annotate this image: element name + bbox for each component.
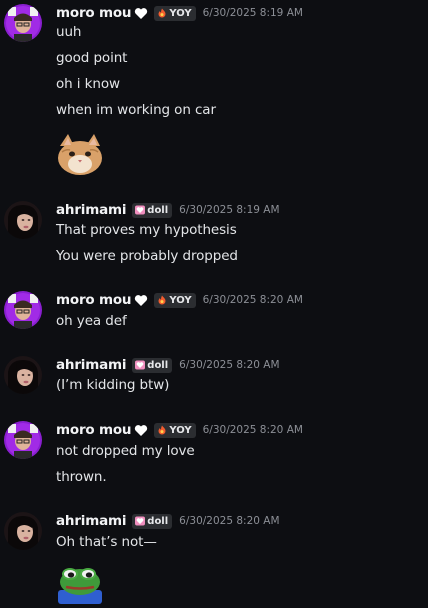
message-line: Oh that’s not—	[56, 534, 157, 550]
role-tag[interactable]: doll	[132, 357, 173, 373]
timestamp[interactable]: 6/30/2025 8:20 AM	[179, 359, 279, 371]
role-tag[interactable]: doll	[132, 202, 173, 218]
tag-label: doll	[147, 359, 169, 371]
avatar-moro-mou[interactable]	[4, 4, 42, 42]
tag-label: doll	[147, 515, 169, 527]
message-line: good point	[56, 50, 128, 66]
avatar-image-icon	[4, 512, 42, 550]
avatar-image-icon	[4, 4, 42, 42]
username[interactable]: ahrimami	[56, 357, 126, 373]
avatar-moro-mou[interactable]	[4, 291, 42, 329]
message-header: moro mou YOY 6/30/2025 8:19 AM	[56, 4, 303, 22]
pink-heart-icon	[135, 205, 146, 215]
message-line: thrown.	[56, 469, 107, 485]
username[interactable]: moro mou	[56, 5, 132, 21]
username[interactable]: moro mou	[56, 292, 132, 308]
white-heart-icon	[135, 7, 148, 19]
pepe-frog-emoji-icon[interactable]	[56, 562, 104, 604]
role-tag[interactable]: YOY	[154, 292, 196, 308]
fire-icon	[158, 425, 166, 435]
chat-log: moro mou YOY 6/30/2025 8:19 AM uuh good …	[0, 0, 428, 608]
tag-label: YOY	[169, 294, 192, 306]
cat-emoji-icon[interactable]	[56, 132, 104, 176]
message-line: oh i know	[56, 76, 120, 92]
tag-label: YOY	[169, 424, 192, 436]
fire-icon	[158, 295, 166, 305]
message-line: (I’m kidding btw)	[56, 377, 170, 393]
avatar-image-icon	[4, 356, 42, 394]
timestamp[interactable]: 6/30/2025 8:20 AM	[203, 294, 303, 306]
timestamp[interactable]: 6/30/2025 8:19 AM	[179, 204, 279, 216]
tag-label: doll	[147, 204, 169, 216]
timestamp[interactable]: 6/30/2025 8:19 AM	[203, 7, 303, 19]
username[interactable]: ahrimami	[56, 202, 126, 218]
avatar-ahrimami[interactable]	[4, 512, 42, 550]
username[interactable]: ahrimami	[56, 513, 126, 529]
role-tag[interactable]: YOY	[154, 422, 196, 438]
message-line: not dropped my love	[56, 443, 195, 459]
message-line: when im working on car	[56, 102, 216, 118]
username[interactable]: moro mou	[56, 422, 132, 438]
message-line: You were probably dropped	[56, 248, 238, 264]
role-tag[interactable]: YOY	[154, 5, 196, 21]
role-tag[interactable]: doll	[132, 513, 173, 529]
message-line: That proves my hypothesis	[56, 222, 237, 238]
tag-label: YOY	[169, 7, 192, 19]
timestamp[interactable]: 6/30/2025 8:20 AM	[179, 515, 279, 527]
message-header: ahrimami doll 6/30/2025 8:19 AM	[56, 201, 280, 219]
message-line: uuh	[56, 24, 82, 40]
fire-icon	[158, 8, 166, 18]
message-header: ahrimami doll 6/30/2025 8:20 AM	[56, 512, 280, 530]
timestamp[interactable]: 6/30/2025 8:20 AM	[203, 424, 303, 436]
avatar-moro-mou[interactable]	[4, 421, 42, 459]
white-heart-icon	[135, 424, 148, 436]
avatar-ahrimami[interactable]	[4, 201, 42, 239]
white-heart-icon	[135, 294, 148, 306]
message-header: ahrimami doll 6/30/2025 8:20 AM	[56, 356, 280, 374]
pink-heart-icon	[135, 516, 146, 526]
avatar-ahrimami[interactable]	[4, 356, 42, 394]
avatar-image-icon	[4, 291, 42, 329]
avatar-image-icon	[4, 421, 42, 459]
message-line: oh yea def	[56, 313, 127, 329]
message-header: moro mou YOY 6/30/2025 8:20 AM	[56, 291, 303, 309]
message-header: moro mou YOY 6/30/2025 8:20 AM	[56, 421, 303, 439]
avatar-image-icon	[4, 201, 42, 239]
pink-heart-icon	[135, 360, 146, 370]
